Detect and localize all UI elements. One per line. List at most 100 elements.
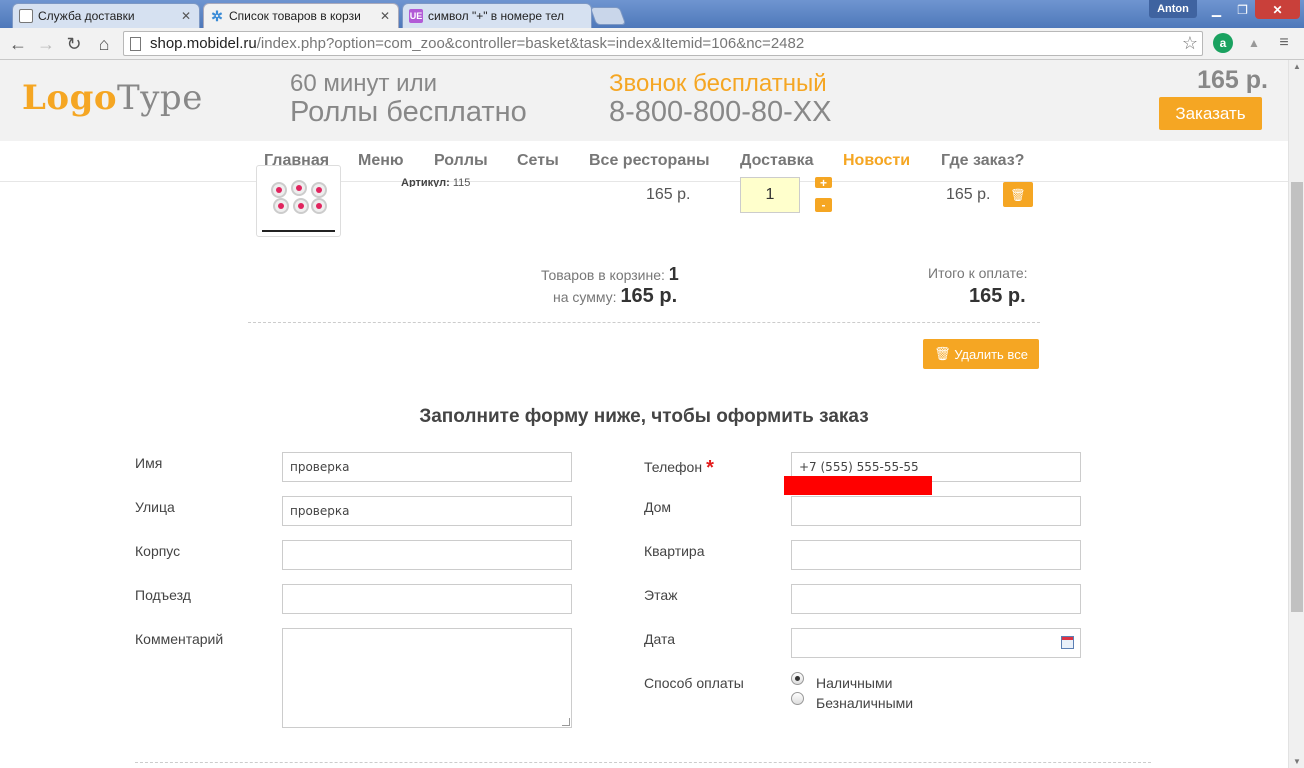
- resize-handle-icon[interactable]: [562, 718, 570, 726]
- sum-line: на сумму: 165 р.: [553, 285, 677, 308]
- date-field[interactable]: [791, 628, 1081, 658]
- drive-icon[interactable]: ▲: [1244, 33, 1264, 53]
- house-field[interactable]: [791, 496, 1081, 526]
- home-icon[interactable]: ⌂: [92, 32, 116, 56]
- payment-cash-label[interactable]: Наличными: [816, 675, 892, 691]
- sum-label: на сумму:: [553, 289, 617, 305]
- flat-field[interactable]: [791, 540, 1081, 570]
- scroll-down-icon[interactable]: ▼: [1293, 757, 1301, 766]
- items-count-label: Товаров в корзине:: [541, 267, 665, 283]
- nav-item-order-status[interactable]: Где заказ?: [941, 152, 1024, 170]
- name-field[interactable]: проверка: [282, 452, 572, 482]
- page-icon: [19, 9, 33, 23]
- promo-line2: Роллы бесплатно: [290, 96, 527, 128]
- clear-basket-button[interactable]: 🗑 Удалить все: [923, 339, 1039, 369]
- nav-item-restaurants[interactable]: Все рестораны: [589, 152, 710, 170]
- tab-title: символ "+" в номере тел: [428, 9, 565, 23]
- product-price: 165 р.: [646, 186, 691, 203]
- required-asterisk: *: [706, 457, 714, 479]
- date-label: Дата: [644, 631, 676, 647]
- house-label: Дом: [644, 499, 672, 515]
- page-scrollbar[interactable]: ▲ ▼: [1288, 60, 1304, 768]
- delete-item-button[interactable]: 🗑: [1003, 182, 1033, 207]
- close-window-icon[interactable]: ✕: [1255, 0, 1300, 19]
- payment-card-label[interactable]: Безналичными: [816, 695, 913, 711]
- tab-plus-symbol[interactable]: UE символ "+" в номере тел: [402, 3, 592, 28]
- menu-icon[interactable]: ≡: [1274, 33, 1294, 53]
- order-button[interactable]: Заказать: [1159, 97, 1262, 130]
- maximize-icon[interactable]: ❐: [1230, 0, 1255, 19]
- floor-label: Этаж: [644, 587, 678, 603]
- sum-value: 165 р.: [620, 285, 678, 307]
- product-article: Артикул: 115: [401, 177, 470, 187]
- browser-tab-bar: Служба доставки ✕ ✲ Список товаров в кор…: [0, 0, 1304, 28]
- entrance-field[interactable]: [282, 584, 572, 614]
- extension-icon[interactable]: a: [1213, 33, 1233, 53]
- tab-close-icon[interactable]: ✕: [380, 9, 390, 23]
- url-host: shop.mobidel.ru: [150, 35, 257, 52]
- total-label: Итого к оплате:: [928, 265, 1028, 281]
- reload-icon[interactable]: ↻: [62, 32, 86, 56]
- site-header: LogoType 60 минут или Роллы бесплатно Зв…: [0, 60, 1288, 141]
- tab-title: Служба доставки: [38, 9, 135, 23]
- tab-basket-list[interactable]: ✲ Список товаров в корзи ✕: [203, 3, 399, 28]
- row-total: 165 р.: [946, 186, 991, 203]
- street-field[interactable]: проверка: [282, 496, 572, 526]
- phone-number: 8-800-800-80-XX: [609, 96, 832, 128]
- building-field[interactable]: [282, 540, 572, 570]
- nav-item-news[interactable]: Новости: [843, 152, 910, 170]
- tab-delivery-service[interactable]: Служба доставки ✕: [12, 3, 200, 28]
- flat-label: Квартира: [644, 543, 705, 559]
- entrance-label: Подъезд: [135, 587, 191, 603]
- trash-icon: 🗑: [934, 346, 955, 361]
- header-basket-sum: 165 р.: [1197, 66, 1268, 94]
- ue-icon: UE: [409, 9, 423, 23]
- payment-card-radio[interactable]: [791, 692, 804, 705]
- gear-icon: ✲: [211, 7, 223, 24]
- comment-textarea[interactable]: [282, 628, 572, 728]
- total-value: 165 р.: [969, 285, 1026, 307]
- product-thumbnail[interactable]: [256, 165, 341, 237]
- address-bar[interactable]: shop.mobidel.ru/index.php?option=com_zoo…: [123, 31, 1203, 56]
- quantity-input[interactable]: 1: [740, 177, 800, 213]
- street-label: Улица: [135, 499, 175, 515]
- promo-line1: 60 минут или: [290, 70, 437, 97]
- quantity-minus-button[interactable]: -: [815, 198, 832, 212]
- profile-badge[interactable]: Anton: [1149, 0, 1197, 18]
- browser-toolbar: ← → ↻ ⌂ shop.mobidel.ru/index.php?option…: [0, 28, 1304, 60]
- logo-part2: Type: [117, 78, 203, 118]
- building-label: Корпус: [135, 543, 181, 559]
- logo-part1: Logo: [22, 78, 118, 118]
- calendar-icon[interactable]: [1061, 636, 1074, 649]
- minimize-icon[interactable]: ▁: [1203, 0, 1230, 19]
- page-icon: [130, 37, 141, 51]
- name-label: Имя: [135, 455, 163, 471]
- clear-basket-label: Удалить все: [954, 346, 1028, 362]
- back-arrow-icon[interactable]: ←: [6, 32, 30, 56]
- total-line: 165 р.: [969, 285, 1026, 308]
- tab-title: Список товаров в корзи: [229, 9, 361, 23]
- trash-icon: 🗑: [1010, 187, 1026, 202]
- bookmark-star-icon[interactable]: ☆: [1182, 33, 1198, 54]
- nav-item-sets[interactable]: Сеты: [517, 152, 559, 170]
- article-value: 115: [452, 177, 471, 187]
- nav-item-rolls[interactable]: Роллы: [434, 152, 488, 170]
- forward-arrow-icon[interactable]: →: [34, 32, 58, 56]
- quantity-plus-button[interactable]: +: [815, 176, 832, 190]
- comment-label: Комментарий: [135, 631, 224, 647]
- tab-close-icon[interactable]: ✕: [181, 9, 191, 23]
- logo[interactable]: LogoType: [22, 78, 203, 118]
- nav-item-delivery[interactable]: Доставка: [740, 152, 814, 170]
- article-label: Артикул:: [401, 177, 450, 187]
- new-tab-button[interactable]: [589, 7, 627, 25]
- payment-cash-radio[interactable]: [791, 672, 804, 685]
- main-nav: Главная Меню Роллы Сеты Все рестораны До…: [0, 141, 1288, 182]
- red-underline-mark: [784, 476, 932, 495]
- items-count-line: Товаров в корзине: 1: [541, 264, 679, 285]
- divider: [248, 322, 1040, 323]
- floor-field[interactable]: [791, 584, 1081, 614]
- form-title: Заполните форму ниже, чтобы оформить зак…: [419, 406, 869, 427]
- scroll-up-icon[interactable]: ▲: [1293, 62, 1301, 71]
- nav-item-menu[interactable]: Меню: [358, 152, 404, 170]
- scroll-thumb[interactable]: [1291, 182, 1303, 612]
